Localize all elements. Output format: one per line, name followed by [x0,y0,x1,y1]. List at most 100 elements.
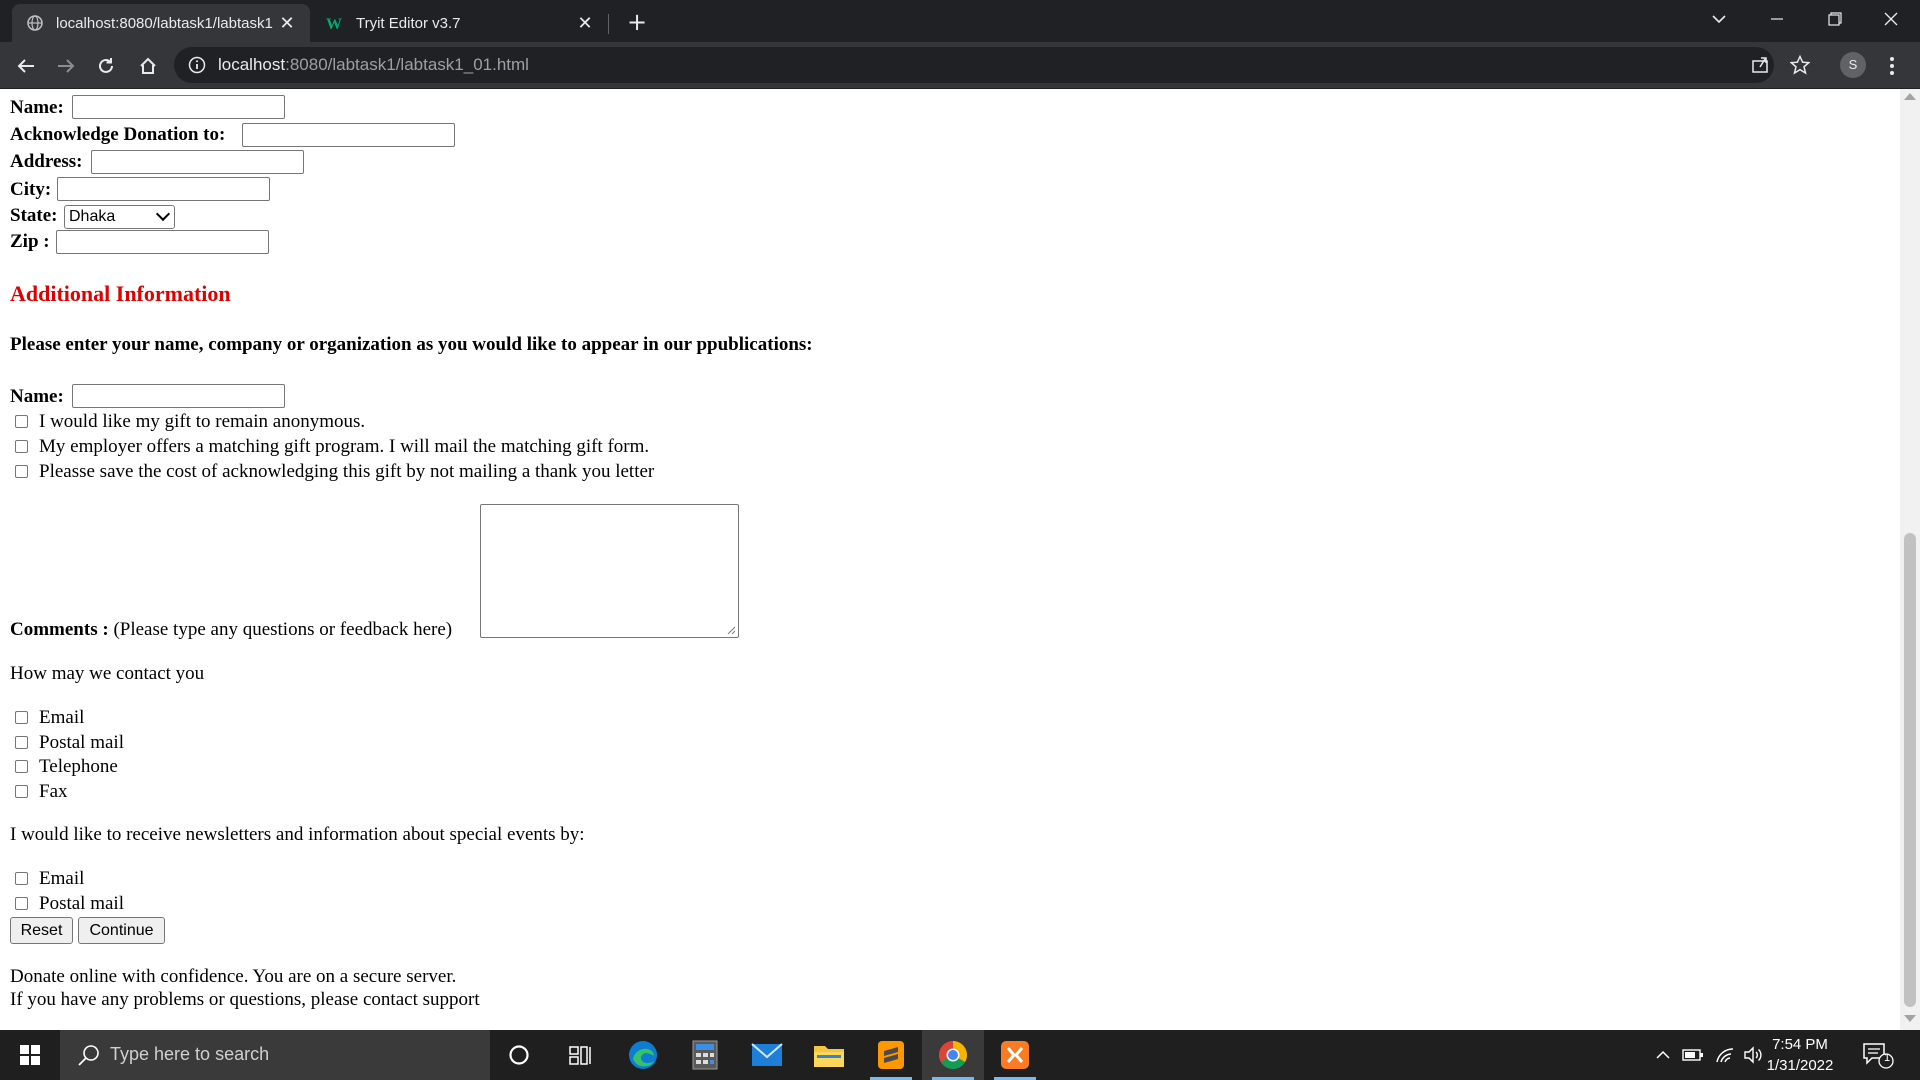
notification-count: 1 [1883,1052,1891,1064]
search-icon [78,1045,99,1066]
windows-taskbar: Type here to search 7:54 PM 1/31/2022 1 [0,1030,1920,1080]
reload-icon [99,58,113,73]
continue-button[interactable]: Continue [78,917,165,944]
globe-icon [26,14,44,32]
cortana-button[interactable] [488,1030,550,1080]
url-host: localhost [218,55,286,74]
tab-labtask[interactable]: localhost:8080/labtask1/labtask1 ✕ [12,4,310,42]
taskbar-file-explorer[interactable] [798,1030,860,1080]
w3schools-icon: W [326,14,344,32]
newsletter-prompt: I would like to receive newsletters and … [10,824,585,845]
resize-grip-icon [727,626,736,635]
contact-postal-label: Postal mail [39,732,124,753]
restore-button[interactable] [1806,0,1864,38]
page-scrollbar[interactable] [1900,89,1920,1030]
taskbar-sublime-text[interactable] [860,1030,922,1080]
no-thank-you-checkbox[interactable] [15,465,28,478]
contact-telephone-checkbox[interactable] [15,760,28,773]
state-select[interactable]: Dhaka [64,205,175,229]
wifi-icon[interactable] [1714,1044,1736,1066]
menu-icon[interactable] [1882,54,1902,78]
city-input[interactable] [57,177,270,201]
comments-textarea[interactable] [480,504,739,638]
start-button[interactable] [0,1030,60,1080]
taskbar-xampp[interactable] [984,1030,1046,1080]
address-input[interactable] [91,150,304,174]
edge-icon [629,1041,657,1069]
no-thank-you-label: Pleasse save the cost of acknowledging t… [39,461,655,482]
anonymous-checkbox[interactable] [15,415,28,428]
city-label: City: [10,179,52,200]
close-window-button[interactable] [1862,0,1920,38]
show-hidden-icons-icon[interactable] [1652,1044,1674,1066]
url-text[interactable]: localhost:8080/labtask1/labtask1_01.html [218,55,529,75]
home-button[interactable] [132,50,164,82]
publication-name-input[interactable] [72,384,285,408]
contact-fax-checkbox[interactable] [15,785,28,798]
forward-button[interactable] [50,50,82,82]
profile-avatar[interactable]: S [1840,52,1866,78]
scroll-up-arrow-icon[interactable] [1904,93,1916,100]
browser-toolbar: localhost:8080/labtask1/labtask1_01.html… [0,42,1920,89]
tab-tryit-editor[interactable]: W Tryit Editor v3.7 ✕ [312,4,608,42]
windows-logo-icon [20,1045,40,1065]
address-bar[interactable]: localhost:8080/labtask1/labtask1_01.html [174,47,1810,83]
state-selected-value: Dhaka [69,208,116,225]
search-placeholder: Type here to search [110,1044,270,1064]
svg-text:W: W [326,16,342,31]
battery-icon[interactable] [1682,1044,1704,1066]
contact-email-checkbox[interactable] [15,711,28,724]
acknowledge-input[interactable] [242,123,455,147]
name-label: Name: [10,97,64,118]
publication-name-label: Name: [10,386,64,407]
taskbar-chrome[interactable] [922,1030,984,1080]
name-input[interactable] [72,95,285,119]
action-center-button[interactable]: 1 [1860,1040,1900,1070]
tab-close-icon[interactable]: ✕ [274,13,300,34]
newsletter-email-checkbox[interactable] [15,872,28,885]
share-icon[interactable] [1748,53,1772,77]
matching-gift-checkbox[interactable] [15,440,28,453]
scroll-down-arrow-icon[interactable] [1904,1015,1916,1022]
home-icon [140,57,156,74]
publication-prompt: Please enter your name, company or organ… [10,334,813,355]
newsletter-email-label: Email [39,868,85,889]
tab-title: localhost:8080/labtask1/labtask1 [56,14,273,32]
contact-email-label: Email [39,707,85,728]
back-button[interactable] [10,50,42,82]
star-icon[interactable] [1788,53,1812,77]
tab-close-icon[interactable]: ✕ [572,13,598,34]
folder-icon [814,1046,844,1067]
tab-search-button[interactable] [1690,0,1748,38]
arrow-right-icon [58,59,75,73]
taskbar-edge[interactable] [612,1030,674,1080]
sublime-text-icon [878,1041,904,1069]
url-path: :8080/labtask1/labtask1_01.html [285,55,529,74]
zip-label: Zip : [10,231,50,252]
reload-button[interactable] [90,50,122,82]
support-note: If you have any problems or questions, p… [10,989,480,1010]
system-clock[interactable]: 7:54 PM 1/31/2022 [1760,1034,1840,1076]
contact-postal-checkbox[interactable] [15,736,28,749]
taskbar-calculator[interactable] [674,1030,736,1080]
secure-note: Donate online with confidence. You are o… [10,966,457,987]
task-view-icon [569,1046,591,1065]
taskbar-mail[interactable] [736,1030,798,1080]
comments-label: Comments : [10,619,109,640]
newsletter-postal-checkbox[interactable] [15,897,28,910]
minimize-button[interactable] [1748,0,1806,38]
scrollbar-thumb[interactable] [1904,533,1916,1007]
matching-gift-label: My employer offers a matching gift progr… [39,436,650,457]
reset-button[interactable]: Reset [10,917,73,944]
contact-fax-label: Fax [39,781,68,802]
task-view-button[interactable] [550,1030,612,1080]
zip-input[interactable] [56,230,269,254]
newsletter-postal-label: Postal mail [39,893,124,914]
mail-icon [751,1043,783,1066]
anonymous-label: I would like my gift to remain anonymous… [39,411,366,432]
new-tab-button[interactable]: + [622,8,652,38]
info-icon[interactable] [188,56,206,74]
address-label: Address: [10,151,83,172]
chevron-down-icon [1712,15,1726,24]
taskbar-search-box[interactable]: Type here to search [60,1030,490,1080]
